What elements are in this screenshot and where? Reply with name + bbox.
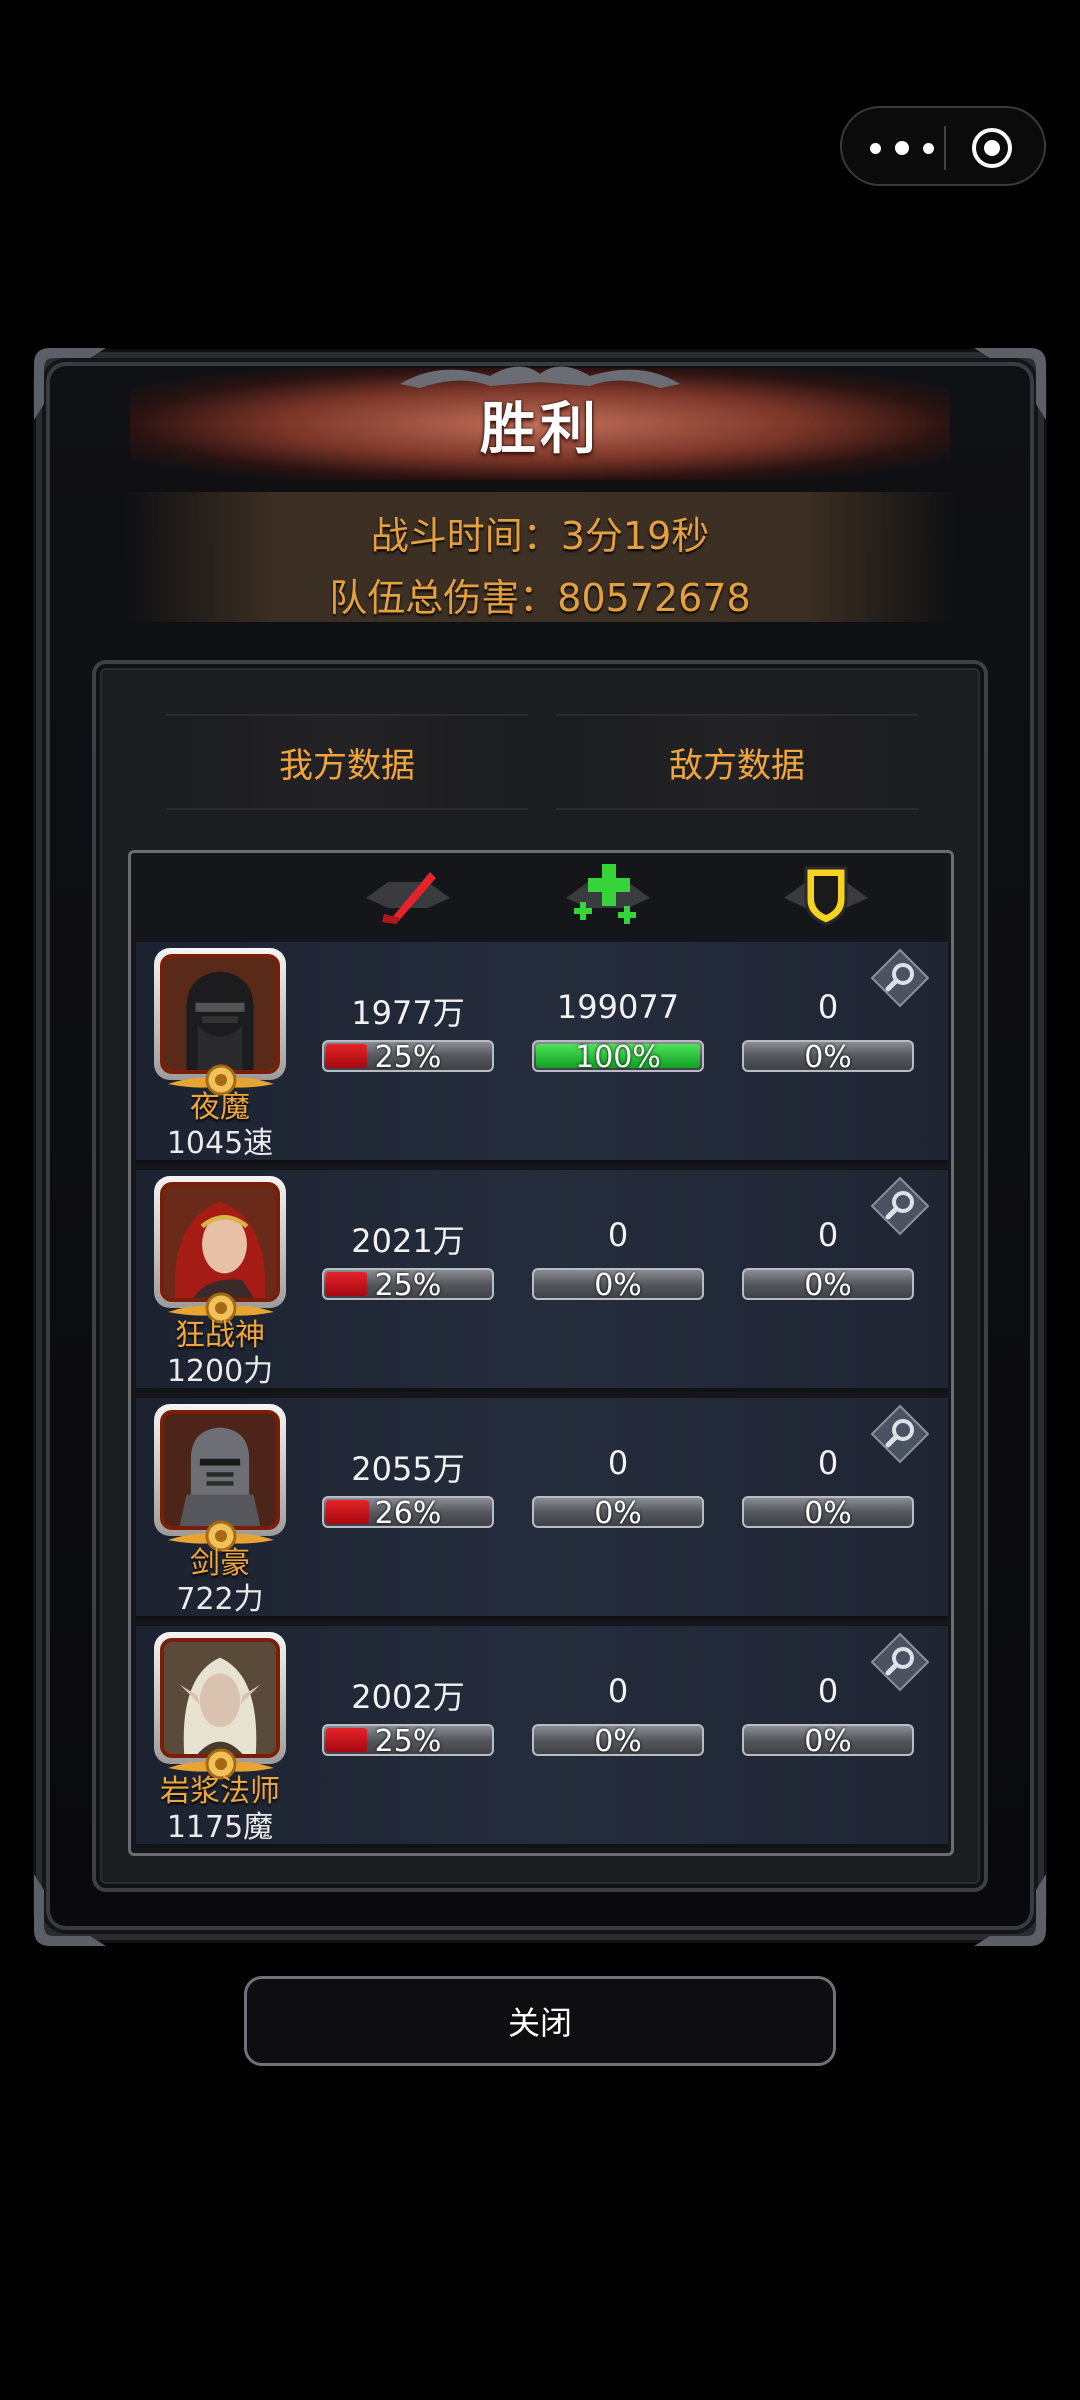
page-title: 胜利 [480,397,600,462]
damage-percent-label: 25% [374,1040,442,1072]
heal-value: 0 [607,1444,629,1482]
heal-percent-bar: 0% [532,1268,704,1300]
hero-stat: 1045速 [166,1126,274,1161]
damage-percent-bar: 25% [322,1724,494,1756]
more-icon[interactable] [870,132,934,164]
elf-mage-portrait [160,1638,280,1758]
detail-magnifier-icon[interactable] [870,1176,930,1236]
heal-value: 0 [607,1672,629,1710]
damage-value: 2055万 [351,1450,465,1488]
hero-stat: 722力 [176,1582,264,1617]
damage-value: 2002万 [351,1678,465,1716]
close-miniprogram-icon[interactable] [970,126,1014,170]
shield-percent-bar: 0% [742,1496,914,1528]
tab-our-data[interactable]: 我方数据 [166,714,528,810]
damage-percent-label: 26% [374,1496,442,1528]
miniprogram-capsule [840,106,1046,186]
damage-percent-bar: 25% [322,1040,494,1072]
damage-percent-bar: 26% [322,1496,494,1528]
armored-knight-portrait [160,1410,280,1530]
heal-value: 0 [607,1216,629,1254]
heal-percent-bar: 0% [532,1724,704,1756]
tab-enemy-data[interactable]: 敌方数据 [556,714,918,810]
shield-percent-bar: 0% [742,1268,914,1300]
damage-percent-label: 25% [374,1268,442,1300]
heal-percent-bar: 0% [532,1496,704,1528]
shield-percent-label: 0% [804,1496,852,1528]
shield-percent-bar: 0% [742,1040,914,1072]
detail-magnifier-icon[interactable] [870,1404,930,1464]
close-button[interactable]: 关闭 [244,1976,836,2066]
heal-percent-label: 0% [594,1496,642,1528]
heal-percent-label: 0% [594,1268,642,1300]
hero-stat: 1175魔 [166,1810,274,1845]
dark-knight-portrait [160,954,280,1074]
capsule-divider [944,126,946,170]
heal-value: 199077 [556,988,680,1026]
heal-percent-bar: 100% [532,1040,704,1072]
heal-icon [566,864,650,924]
hero-stat: 1200力 [166,1354,274,1389]
damage-value: 1977万 [351,994,465,1032]
shield-percent-bar: 0% [742,1724,914,1756]
detail-magnifier-icon[interactable] [870,948,930,1008]
heal-percent-label: 0% [594,1724,642,1756]
shield-percent-label: 0% [804,1268,852,1300]
heal-percent-label: 100% [575,1040,661,1072]
damage-percent-label: 25% [374,1724,442,1756]
battle-time: 战斗时间：3分19秒 [370,514,710,558]
shield-percent-label: 0% [804,1724,852,1756]
detail-magnifier-icon[interactable] [870,1632,930,1692]
red-haired-warrior-portrait [160,1182,280,1302]
damage-percent-bar: 25% [322,1268,494,1300]
shield-icon [784,866,868,926]
sword-icon [366,872,450,924]
team-total-damage: 队伍总伤害：80572678 [329,576,751,620]
damage-value: 2021万 [351,1222,465,1260]
shield-percent-label: 0% [804,1040,852,1072]
